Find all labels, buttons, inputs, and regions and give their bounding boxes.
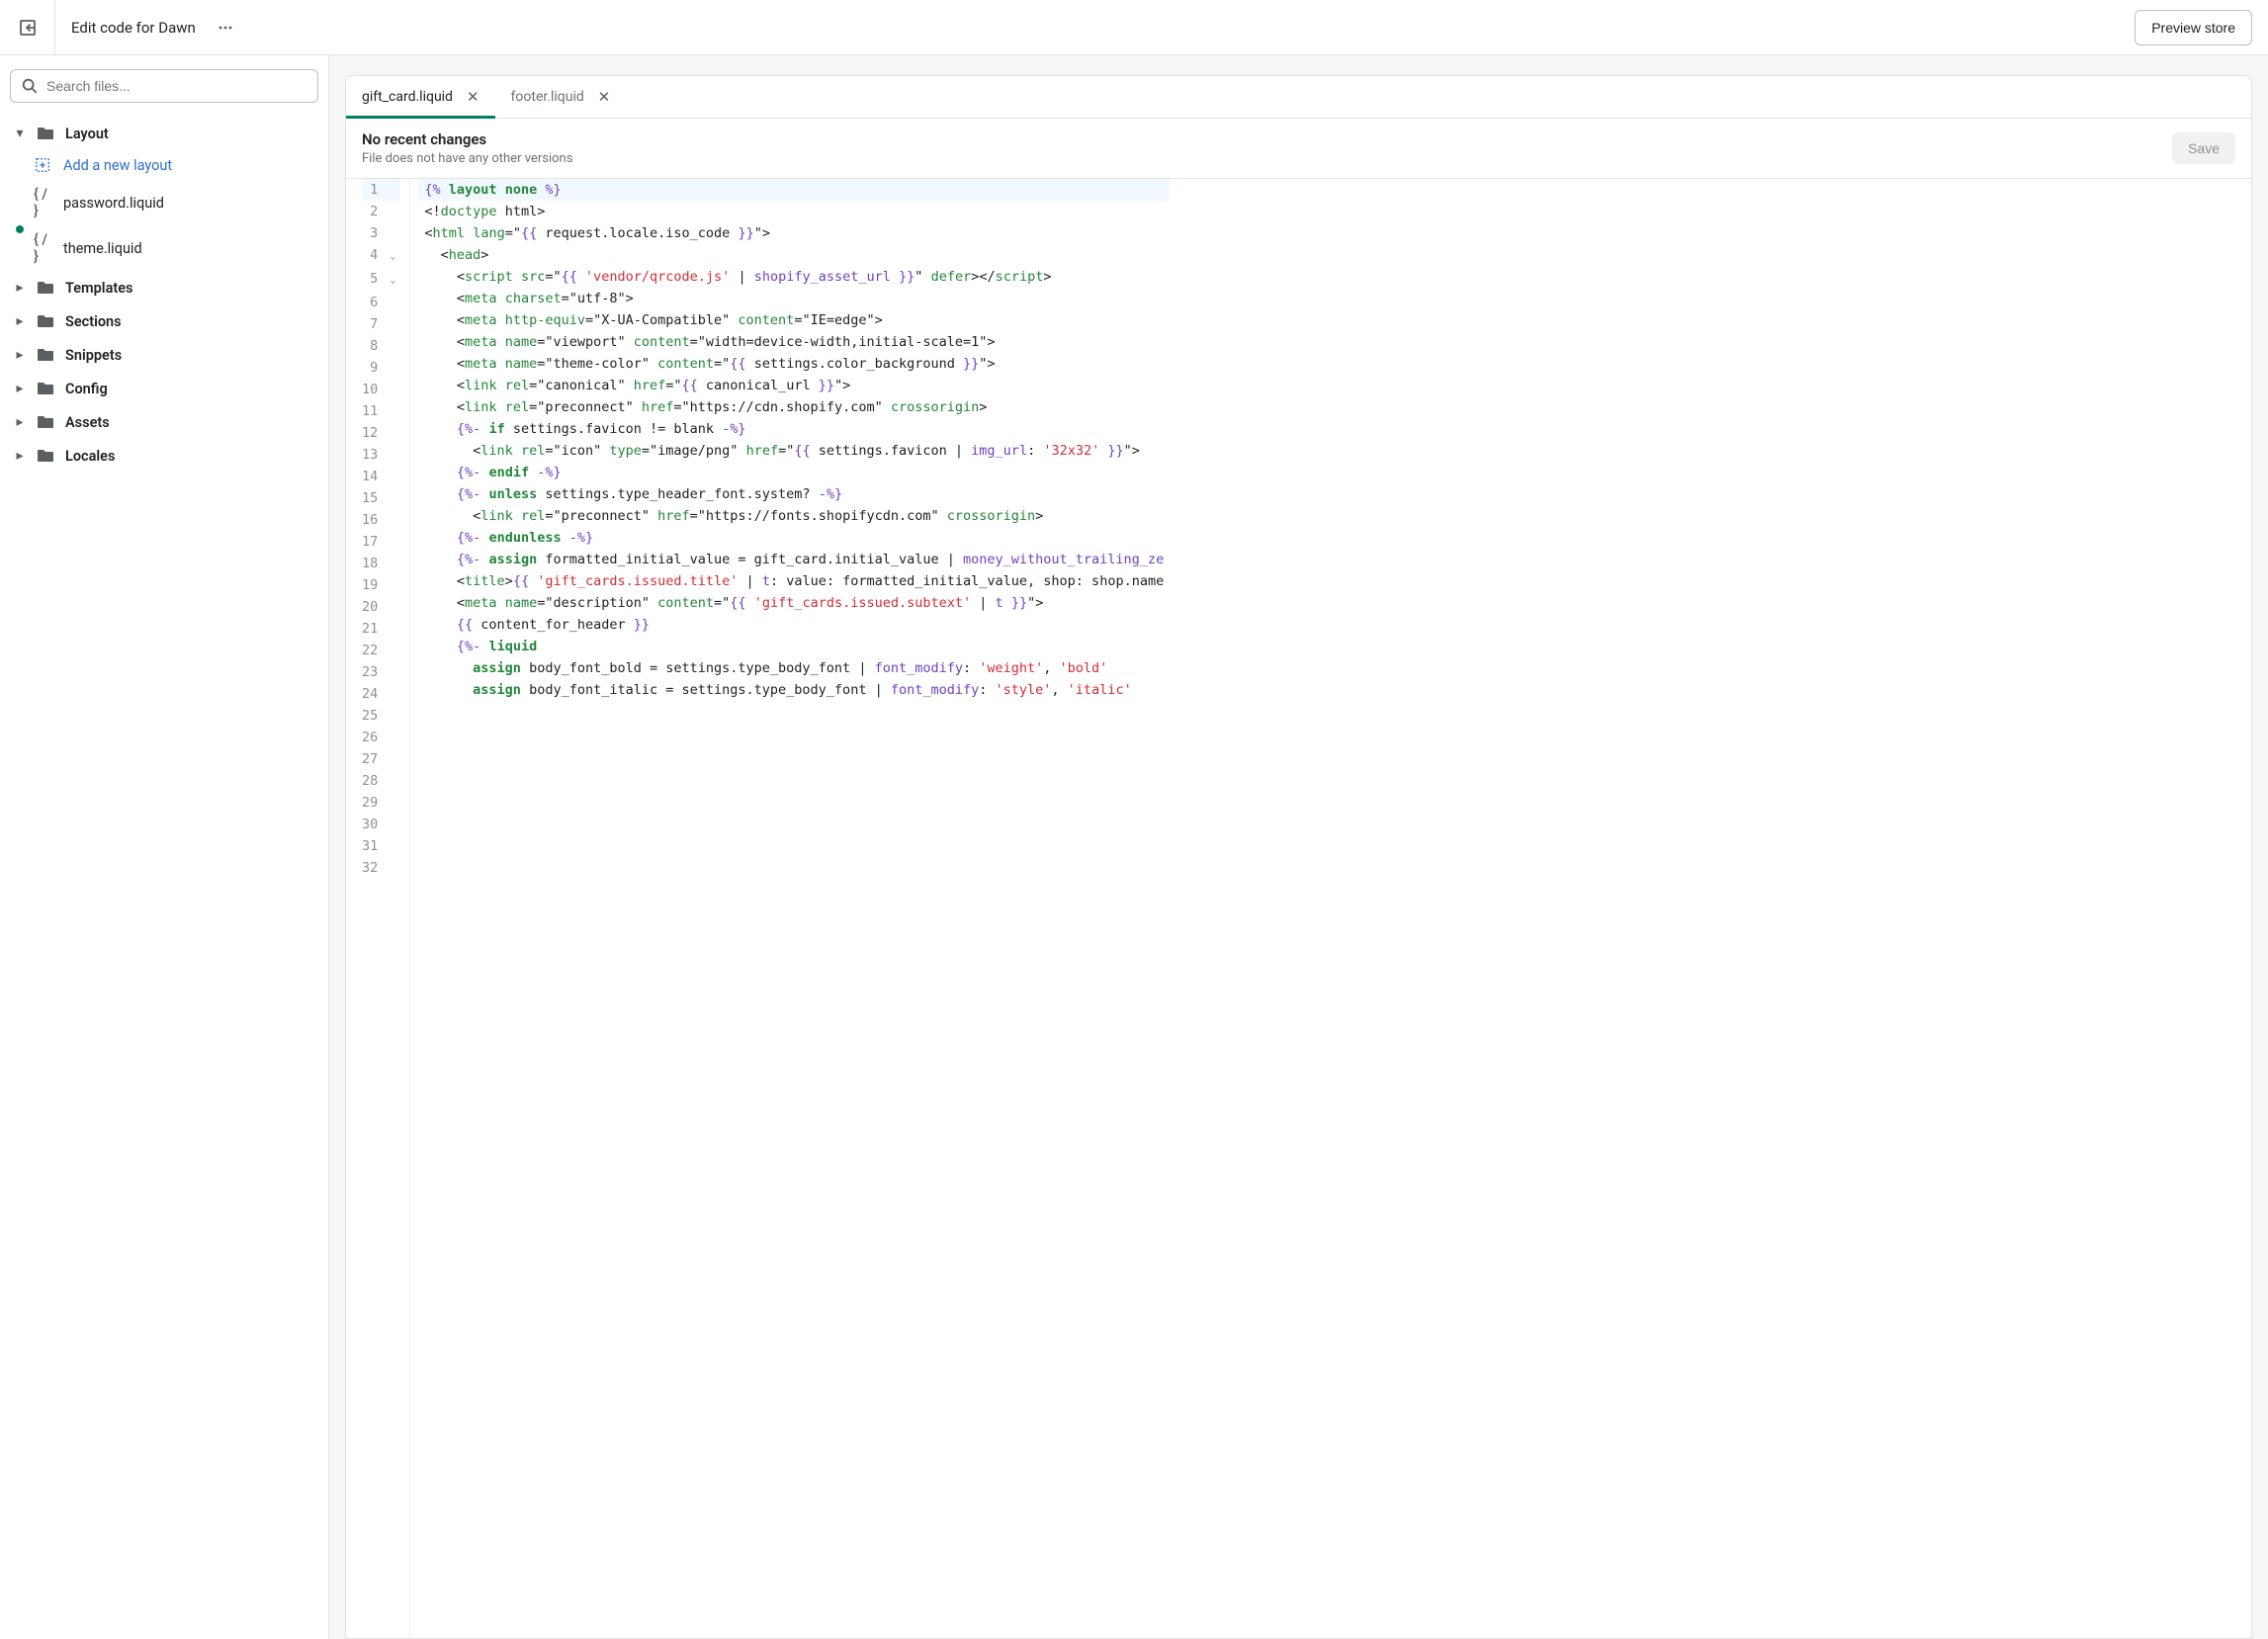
code-editor[interactable]: 1 2 3 4 ⌄5 ⌄6 7 8 9 10 11 12 13 14 15 16… — [346, 179, 2251, 1638]
header: Edit code for Dawn Preview store — [0, 0, 2268, 55]
back-button[interactable] — [0, 0, 55, 55]
tab-footer[interactable]: footer.liquid ✕ — [495, 76, 627, 118]
liquid-file-icon: { / } — [34, 186, 53, 219]
content: gift_card.liquid ✕ footer.liquid ✕ No re… — [329, 55, 2268, 1639]
add-layout-link[interactable]: Add a new layout — [10, 150, 318, 180]
file-password-liquid[interactable]: { / } password.liquid — [10, 180, 318, 225]
folder-icon — [36, 345, 55, 365]
folder-snippets[interactable]: ▸ Snippets — [10, 338, 318, 372]
search-input[interactable] — [46, 78, 307, 94]
tab-label: gift_card.liquid — [362, 89, 453, 105]
chevron-right-icon: ▸ — [14, 414, 26, 430]
dots-icon — [218, 20, 233, 36]
file-theme-liquid[interactable]: { / } theme.liquid — [10, 225, 318, 271]
chevron-right-icon: ▸ — [14, 448, 26, 464]
folder-icon — [36, 412, 55, 432]
status-title: No recent changes — [362, 130, 572, 148]
chevron-right-icon: ▸ — [14, 347, 26, 363]
code-content[interactable]: {% layout none %}<!doctype html><html la… — [410, 179, 1178, 1638]
folder-icon — [36, 446, 55, 466]
add-icon — [34, 156, 53, 174]
page-title: Edit code for Dawn — [71, 19, 196, 37]
main: ▾ Layout Add a new layout { / } password… — [0, 55, 2268, 1639]
folder-icon — [36, 124, 55, 143]
tabs: gift_card.liquid ✕ footer.liquid ✕ — [346, 76, 2251, 119]
folder-label: Snippets — [65, 347, 122, 364]
folder-assets[interactable]: ▸ Assets — [10, 405, 318, 439]
folder-icon — [36, 379, 55, 398]
preview-store-button[interactable]: Preview store — [2135, 10, 2252, 45]
exit-icon — [18, 18, 38, 38]
line-gutter: 1 2 3 4 ⌄5 ⌄6 7 8 9 10 11 12 13 14 15 16… — [346, 179, 410, 1638]
unsaved-dot-icon — [16, 225, 24, 233]
status-bar: No recent changes File does not have any… — [346, 119, 2251, 179]
add-layout-label: Add a new layout — [63, 157, 172, 174]
file-label: password.liquid — [63, 195, 164, 212]
close-icon[interactable]: ✕ — [598, 88, 611, 106]
folder-label: Locales — [65, 448, 115, 465]
chevron-right-icon: ▸ — [14, 280, 26, 296]
tab-label: footer.liquid — [511, 89, 584, 105]
folder-sections[interactable]: ▸ Sections — [10, 304, 318, 338]
folder-locales[interactable]: ▸ Locales — [10, 439, 318, 473]
status-subtitle: File does not have any other versions — [362, 151, 572, 166]
chevron-down-icon: ▾ — [14, 126, 26, 141]
more-button[interactable] — [212, 14, 239, 42]
tab-gift-card[interactable]: gift_card.liquid ✕ — [346, 76, 495, 118]
folder-label: Sections — [65, 313, 122, 330]
close-icon[interactable]: ✕ — [467, 88, 480, 106]
chevron-right-icon: ▸ — [14, 313, 26, 329]
sidebar: ▾ Layout Add a new layout { / } password… — [0, 55, 329, 1639]
folder-config[interactable]: ▸ Config — [10, 372, 318, 405]
liquid-file-icon: { / } — [34, 231, 53, 265]
folder-icon — [36, 278, 55, 298]
status-text: No recent changes File does not have any… — [362, 130, 572, 166]
header-left: Edit code for Dawn — [0, 0, 239, 55]
folder-label: Templates — [65, 280, 133, 297]
folder-icon — [36, 311, 55, 331]
folder-label: Layout — [65, 126, 109, 142]
folder-templates[interactable]: ▸ Templates — [10, 271, 318, 304]
chevron-right-icon: ▸ — [14, 381, 26, 396]
file-label: theme.liquid — [63, 240, 142, 257]
folder-label: Assets — [65, 414, 110, 431]
search-icon — [21, 77, 39, 95]
save-button[interactable]: Save — [2172, 132, 2235, 164]
search-wrap[interactable] — [10, 69, 318, 103]
editor-panel: gift_card.liquid ✕ footer.liquid ✕ No re… — [345, 75, 2252, 1639]
folder-layout[interactable]: ▾ Layout — [10, 117, 318, 150]
folder-label: Config — [65, 381, 108, 397]
